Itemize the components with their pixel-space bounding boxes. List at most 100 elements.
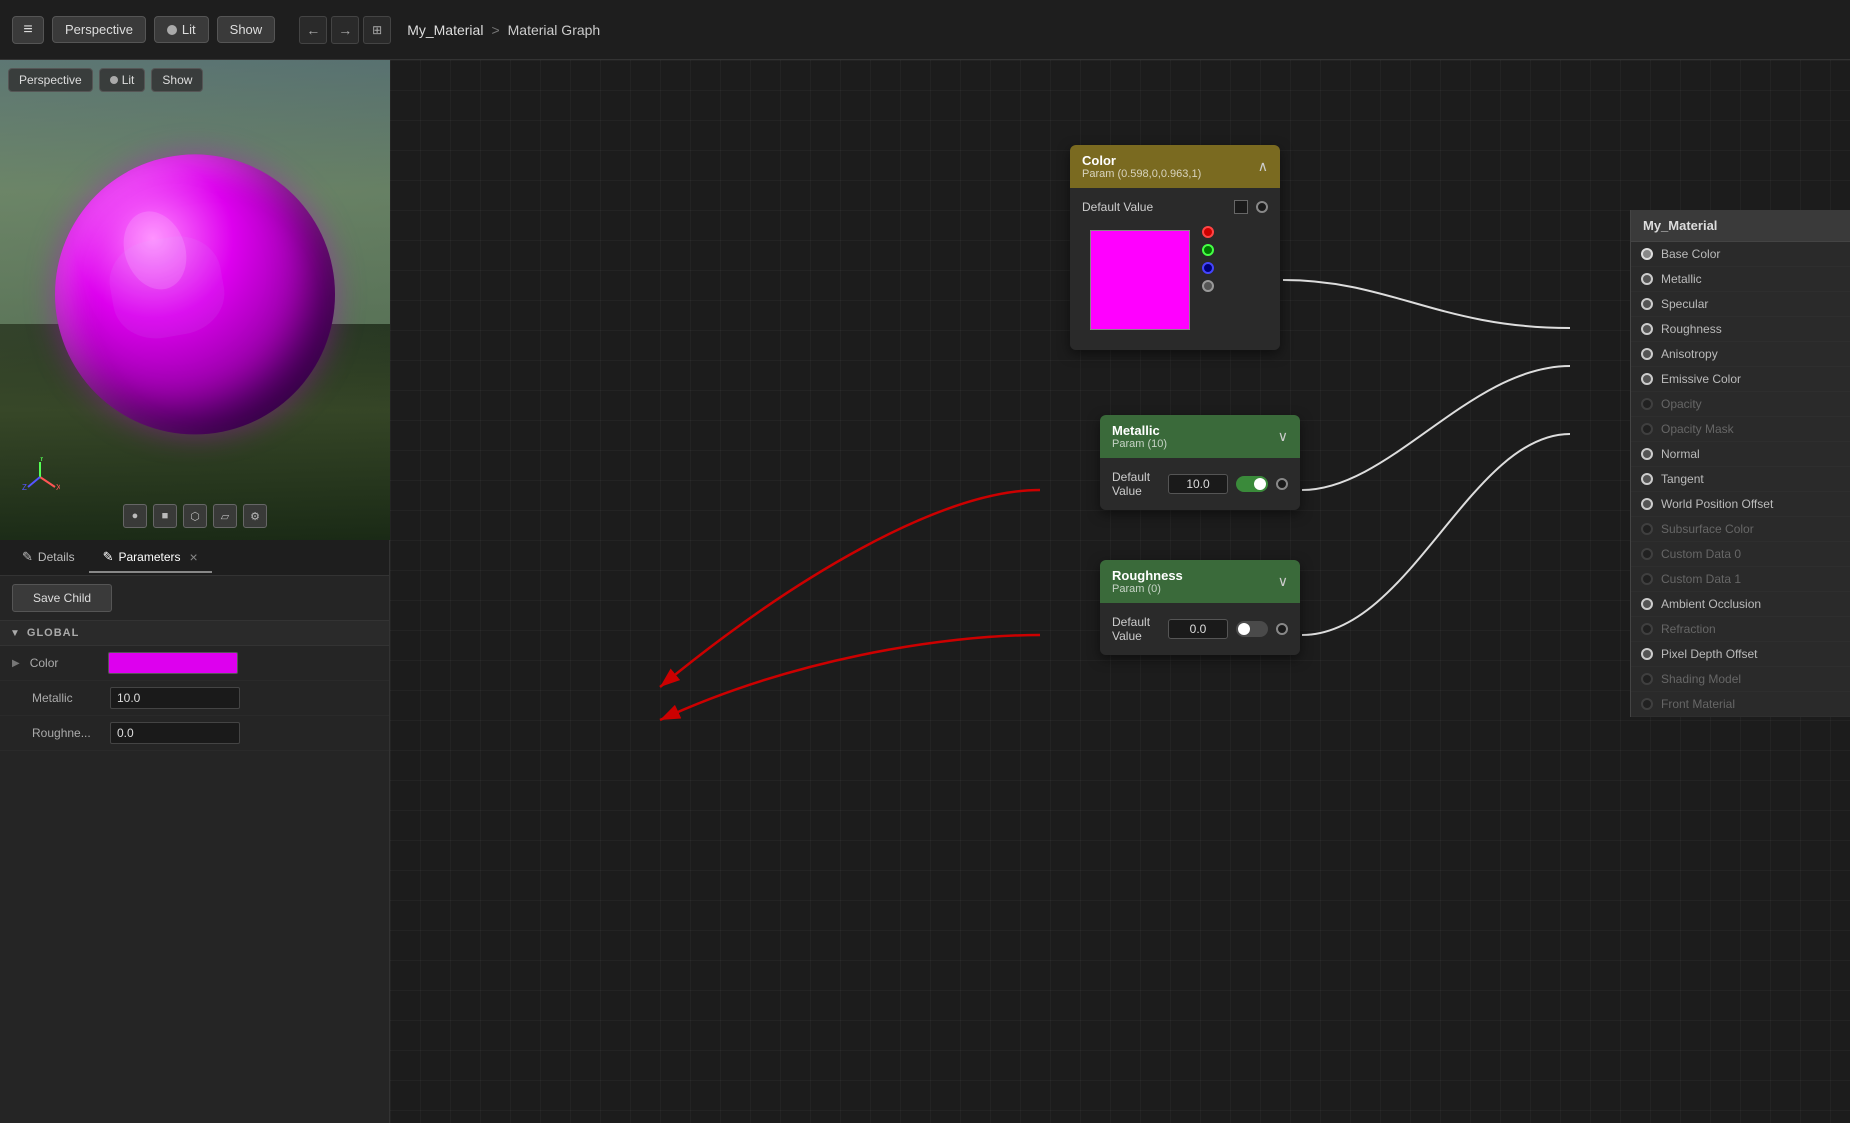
pixel-depth-offset-pin[interactable] <box>1641 648 1653 660</box>
material-pins: Base Color Metallic Specular Roughness A… <box>1631 242 1850 717</box>
show-button[interactable]: Show <box>217 16 276 43</box>
breadcrumb-material[interactable]: My_Material <box>407 22 483 38</box>
world-position-offset-pin[interactable] <box>1641 498 1653 510</box>
ambient-occlusion-label: Ambient Occlusion <box>1661 597 1761 611</box>
shading-model-pin[interactable] <box>1641 673 1653 685</box>
metallic-node-collapse-button[interactable]: ∨ <box>1278 428 1288 445</box>
color-blue-connector[interactable] <box>1202 262 1214 274</box>
left-panel: Perspective Lit Show X Y Z <box>0 60 390 1123</box>
color-red-connector[interactable] <box>1202 226 1214 238</box>
color-node-collapse-button[interactable]: ∧ <box>1258 158 1268 175</box>
subsurface-color-pin[interactable] <box>1641 523 1653 535</box>
pin-world-position-offset: World Position Offset <box>1631 492 1850 517</box>
opacity-label: Opacity <box>1661 397 1702 411</box>
axes-indicator: X Y Z <box>20 457 60 500</box>
metallic-node-title-area: Metallic Param (10) <box>1112 423 1167 450</box>
shape-teapot-button[interactable]: ⚙ <box>243 504 267 528</box>
tangent-pin[interactable] <box>1641 473 1653 485</box>
metallic-node-connector[interactable] <box>1276 478 1288 490</box>
roughness-default-value-label: Default Value <box>1112 615 1160 643</box>
shape-cylinder-button[interactable]: ⬡ <box>183 504 207 528</box>
custom-data-0-label: Custom Data 0 <box>1661 547 1741 561</box>
anisotropy-pin[interactable] <box>1641 348 1653 360</box>
param-row-color: ▶ Color <box>0 646 389 681</box>
emissive-color-label: Emissive Color <box>1661 372 1741 386</box>
grid-button[interactable]: ⊞ <box>363 16 391 44</box>
normal-pin[interactable] <box>1641 448 1653 460</box>
metallic-node: Metallic Param (10) ∨ Default Value <box>1100 415 1300 510</box>
metallic-toggle-dot <box>1254 478 1266 490</box>
lit-dot <box>167 25 177 35</box>
back-button[interactable]: ← <box>299 16 327 44</box>
material-node-header: My_Material <box>1631 210 1850 242</box>
roughness-pin[interactable] <box>1641 323 1653 335</box>
sphere-highlight <box>103 229 230 345</box>
tab-details[interactable]: ✎ Details <box>8 543 89 573</box>
roughness-default-input[interactable] <box>1168 619 1228 639</box>
color-node-subtitle: Param (0.598,0,0.963,1) <box>1082 168 1201 180</box>
color-node-title-area: Color Param (0.598,0,0.963,1) <box>1082 153 1201 180</box>
color-expand-icon[interactable]: ▶ <box>12 658 20 669</box>
roughness-node-collapse-button[interactable]: ∨ <box>1278 573 1288 590</box>
svg-text:X: X <box>56 483 60 492</box>
metallic-toggle[interactable] <box>1236 476 1268 492</box>
pin-custom-data-0: Custom Data 0 <box>1631 542 1850 567</box>
world-position-offset-label: World Position Offset <box>1661 497 1773 511</box>
pin-pixel-depth-offset: Pixel Depth Offset <box>1631 642 1850 667</box>
ambient-occlusion-pin[interactable] <box>1641 598 1653 610</box>
roughness-toggle-dot <box>1238 623 1250 635</box>
shape-sphere-button[interactable]: ● <box>123 504 147 528</box>
metallic-param-input[interactable] <box>110 687 240 709</box>
tab-close-icon[interactable]: × <box>190 549 198 565</box>
save-child-button[interactable]: Save Child <box>12 584 112 612</box>
front-material-pin[interactable] <box>1641 698 1653 710</box>
viewport: Perspective Lit Show X Y Z <box>0 60 390 540</box>
refraction-label: Refraction <box>1661 622 1716 636</box>
viewport-lit-btn[interactable]: Lit <box>99 68 146 92</box>
metallic-default-input[interactable] <box>1168 474 1228 494</box>
specular-pin[interactable] <box>1641 298 1653 310</box>
color-connectors <box>1202 222 1220 296</box>
pin-shading-model: Shading Model <box>1631 667 1850 692</box>
viewport-show-btn[interactable]: Show <box>151 68 203 92</box>
color-green-connector[interactable] <box>1202 244 1214 256</box>
color-swatch[interactable] <box>108 652 238 674</box>
shading-model-label: Shading Model <box>1661 672 1741 686</box>
breadcrumb: My_Material > Material Graph <box>407 22 600 38</box>
metallic-node-subtitle: Param (10) <box>1112 438 1167 450</box>
color-swatch-large[interactable] <box>1090 230 1190 330</box>
opacity-pin[interactable] <box>1641 398 1653 410</box>
lit-button[interactable]: Lit <box>154 16 209 43</box>
pin-normal: Normal <box>1631 442 1850 467</box>
viewport-shape-buttons: ● ■ ⬡ ▱ ⚙ <box>123 504 267 528</box>
refraction-pin[interactable] <box>1641 623 1653 635</box>
custom-data-1-pin[interactable] <box>1641 573 1653 585</box>
color-alpha-connector[interactable] <box>1202 280 1214 292</box>
perspective-button[interactable]: Perspective <box>52 16 146 43</box>
roughness-node-connector[interactable] <box>1276 623 1288 635</box>
nav-arrows: ← → ⊞ <box>299 16 391 44</box>
custom-data-1-label: Custom Data 1 <box>1661 572 1741 586</box>
roughness-toggle[interactable] <box>1236 621 1268 637</box>
roughness-node: Roughness Param (0) ∨ Default Value <box>1100 560 1300 655</box>
roughness-param-input[interactable] <box>110 722 240 744</box>
hamburger-menu-button[interactable]: ≡ <box>12 16 44 44</box>
graph-area[interactable]: Color Param (0.598,0,0.963,1) ∧ Default … <box>390 60 1850 1123</box>
top-bar: ≡ Perspective Lit Show ← → ⊞ My_Material… <box>0 0 1850 60</box>
color-node-default-connector[interactable] <box>1256 201 1268 213</box>
emissive-color-pin[interactable] <box>1641 373 1653 385</box>
roughness-node-title: Roughness <box>1112 568 1183 583</box>
global-section-header[interactable]: ▼ GLOBAL <box>0 621 389 646</box>
custom-data-0-pin[interactable] <box>1641 548 1653 560</box>
color-default-checkbox[interactable] <box>1234 200 1248 214</box>
normal-label: Normal <box>1661 447 1700 461</box>
viewport-perspective-btn[interactable]: Perspective <box>8 68 93 92</box>
shape-plane-button[interactable]: ▱ <box>213 504 237 528</box>
base-color-pin[interactable] <box>1641 248 1653 260</box>
forward-button[interactable]: → <box>331 16 359 44</box>
metallic-pin[interactable] <box>1641 273 1653 285</box>
opacity-mask-pin[interactable] <box>1641 423 1653 435</box>
tab-parameters[interactable]: ✎ Parameters × <box>89 543 212 573</box>
viewport-toolbar: Perspective Lit Show <box>8 68 203 92</box>
shape-cube-button[interactable]: ■ <box>153 504 177 528</box>
